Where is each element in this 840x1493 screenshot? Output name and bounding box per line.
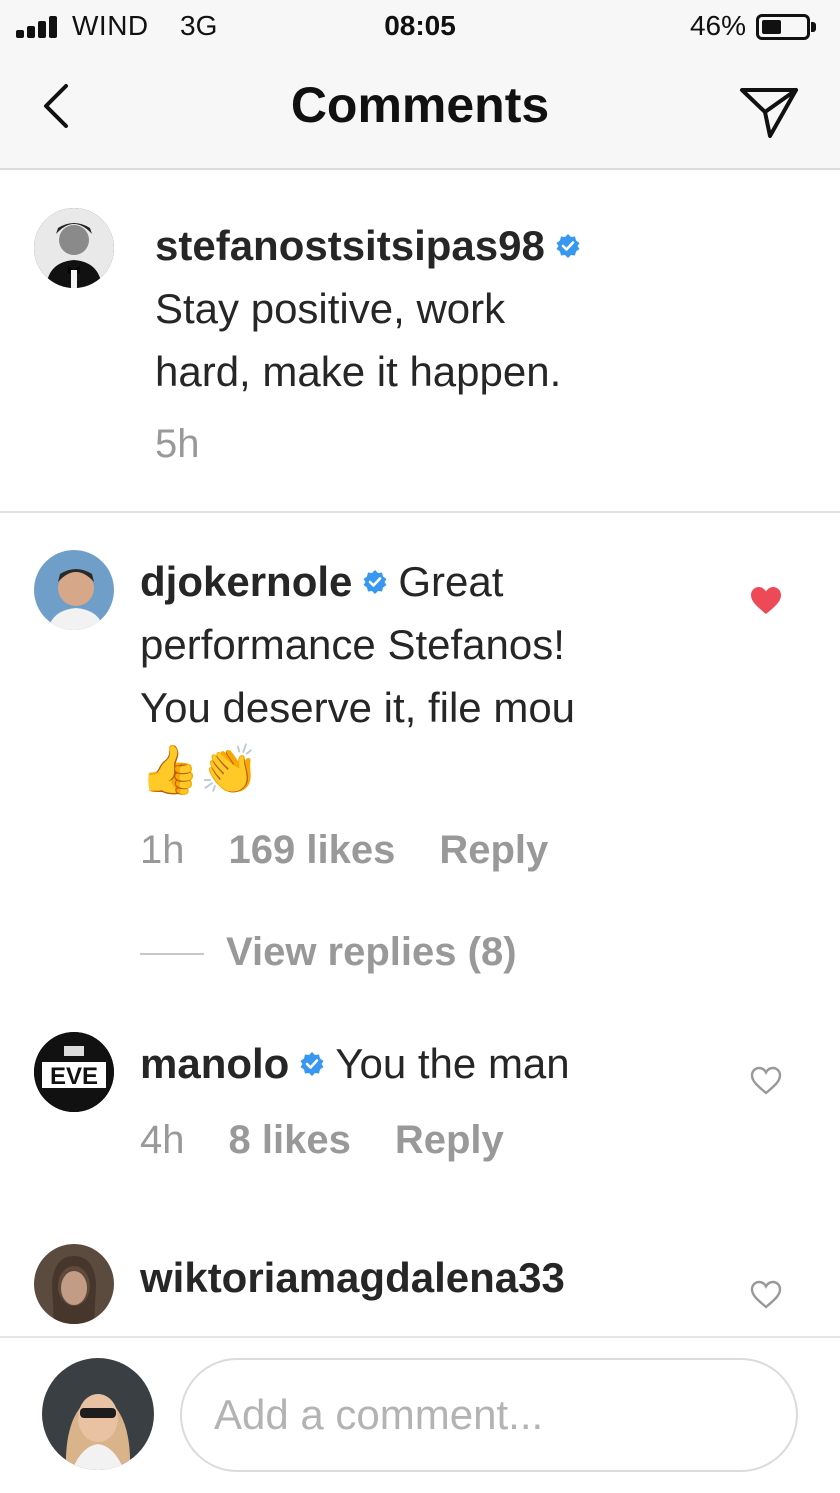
paper-plane-icon	[740, 88, 798, 138]
likes-count-link[interactable]: 8 likes	[229, 1118, 351, 1162]
verified-badge-icon	[556, 233, 580, 258]
comment-time: 1h	[140, 828, 185, 872]
page-title: Comments	[290, 77, 550, 133]
comment-item: wiktoriamagdalena33	[0, 1236, 840, 1336]
username[interactable]: wiktoriamagdalena33	[140, 1254, 565, 1301]
caption-line: hard, make it happen.	[155, 348, 562, 395]
verified-badge-icon	[300, 1051, 324, 1076]
heart-outline-icon[interactable]	[750, 1066, 782, 1096]
battery-percentage: 46%	[689, 10, 746, 41]
replies-line	[140, 953, 204, 956]
comment-item: EVE manolo You the man 4h 8 likes Reply	[0, 1020, 840, 1200]
view-replies-label: View replies (8)	[226, 930, 517, 974]
comment-input[interactable]	[180, 1358, 798, 1472]
verified-badge-icon	[363, 569, 387, 594]
username[interactable]: djokernole	[140, 558, 352, 605]
profile-photo-icon	[34, 1244, 114, 1324]
comment-text: performance Stefanos!	[140, 621, 565, 668]
reply-button[interactable]: Reply	[439, 828, 548, 872]
profile-photo-icon	[34, 208, 114, 288]
comment-text: You the man	[335, 1040, 570, 1087]
reply-button[interactable]: Reply	[395, 1118, 504, 1162]
comment-composer	[0, 1336, 840, 1493]
avatar[interactable]	[34, 550, 114, 630]
liked-heart-icon[interactable]	[750, 586, 782, 616]
username[interactable]: stefanostsitsipas98	[155, 222, 545, 269]
view-replies-button[interactable]: View replies (8)	[140, 930, 517, 975]
heart-outline-icon[interactable]	[750, 1280, 782, 1310]
direct-message-button[interactable]	[736, 78, 802, 144]
emoji-thumbs-up-clapping: 👍👏	[140, 742, 260, 798]
avatar[interactable]: EVE	[34, 1032, 114, 1112]
comment-meta: 4h 8 likes Reply	[140, 1118, 548, 1163]
avatar[interactable]	[34, 208, 114, 288]
comments-header: Comments	[0, 54, 840, 170]
caption-line: Stay positive, work	[155, 285, 506, 332]
comment-body: djokernole Great performance Stefanos! Yo…	[140, 550, 740, 802]
svg-text:EVE: EVE	[50, 1063, 98, 1090]
username[interactable]: manolo	[140, 1040, 289, 1087]
comment-time: 4h	[140, 1118, 185, 1162]
comment-meta: 1h 169 likes Reply	[140, 828, 592, 873]
battery-level-fill	[762, 20, 782, 34]
comment-body: manolo You the man	[140, 1032, 740, 1095]
current-user-avatar	[42, 1358, 154, 1470]
profile-photo-icon	[34, 550, 114, 630]
comment-time: 5h	[155, 422, 200, 466]
status-bar: WIND 3G 08:05 46%	[0, 0, 840, 54]
comment-item: djokernole Great performance Stefanos! Yo…	[0, 512, 840, 932]
comment-text: You deserve it, file mou	[140, 684, 576, 731]
caption-comment: stefanostsitsipas98 Stay positive, work …	[0, 170, 840, 512]
comment-text: Great	[398, 558, 504, 605]
battery-tip	[811, 22, 816, 32]
battery-icon	[756, 14, 810, 40]
comment-body: wiktoriamagdalena33	[140, 1246, 740, 1309]
profile-photo-icon: EVE	[34, 1032, 114, 1112]
comment-meta: 5h	[155, 422, 244, 467]
caption-text: stefanostsitsipas98 Stay positive, work …	[155, 214, 795, 403]
avatar[interactable]	[34, 1244, 114, 1324]
profile-photo-icon	[42, 1358, 154, 1470]
likes-count-link[interactable]: 169 likes	[229, 828, 396, 872]
